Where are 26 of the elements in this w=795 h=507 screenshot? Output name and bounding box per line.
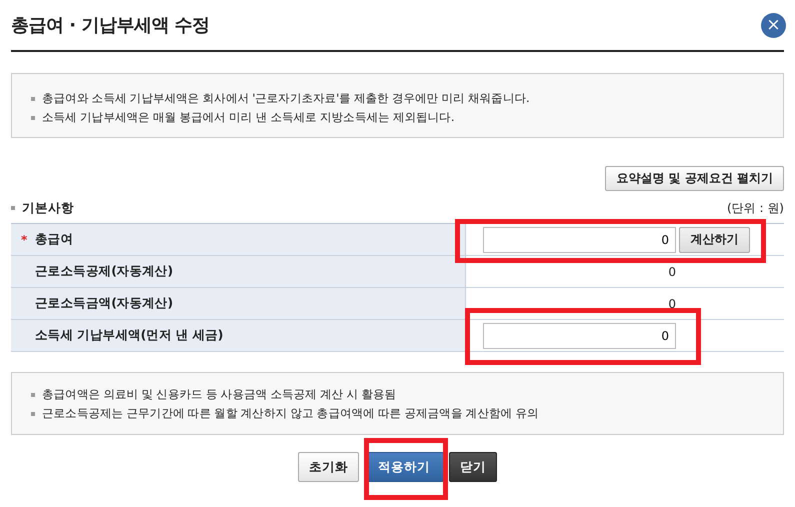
bullet-icon	[31, 96, 35, 100]
calculate-button[interactable]: 계산하기	[679, 226, 750, 252]
amount-field[interactable]: 0	[483, 322, 676, 348]
unit-label: (단위 : 원)	[726, 200, 784, 216]
close-button[interactable]: ×	[761, 12, 786, 38]
value-text: 0	[667, 264, 677, 278]
bullet-icon	[31, 392, 35, 396]
section-title: 기본사항	[22, 200, 74, 216]
expand-button[interactable]: 요약설명 및 공제요건 펼치기	[605, 166, 784, 191]
row-label: * 총급여	[11, 224, 466, 255]
bullet-icon	[31, 116, 35, 120]
row-label: 소득세 기납부세액(먼저 낸 세금)	[11, 320, 466, 351]
window-title: 총급여 · 기납부세액 수정	[11, 14, 210, 37]
bullet-icon	[31, 412, 35, 416]
row-label: 근로소득공제(자동계산)	[11, 256, 466, 287]
close-dialog-button[interactable]: 닫기	[449, 452, 497, 482]
info-text: 소득세 기납부세액은 매월 봉급에서 미리 낸 소득세로 지방소득세는 제외됩니다.	[42, 110, 454, 125]
bullet-icon	[11, 206, 15, 210]
value-text: 0	[667, 296, 677, 310]
reset-button[interactable]: 초기화	[298, 452, 359, 482]
note-text: 총급여액은 의료비 및 신용카드 등 사용금액 소득공제 계산 시 활용됨	[42, 387, 396, 402]
note-text: 근로소득공제는 근무기간에 따른 월할 계산하지 않고 총급여액에 따른 공제금액을 계산함에 유의	[42, 406, 539, 421]
amount-field[interactable]: 0	[483, 226, 676, 252]
info-text: 총급여와 소득세 기납부세액은 회사에서 '근로자기초자료'를 제출한 경우에만 미리 채워줍니다.	[42, 91, 530, 106]
required-mark: *	[21, 232, 28, 246]
row-label: 근로소득금액(자동계산)	[11, 288, 466, 319]
